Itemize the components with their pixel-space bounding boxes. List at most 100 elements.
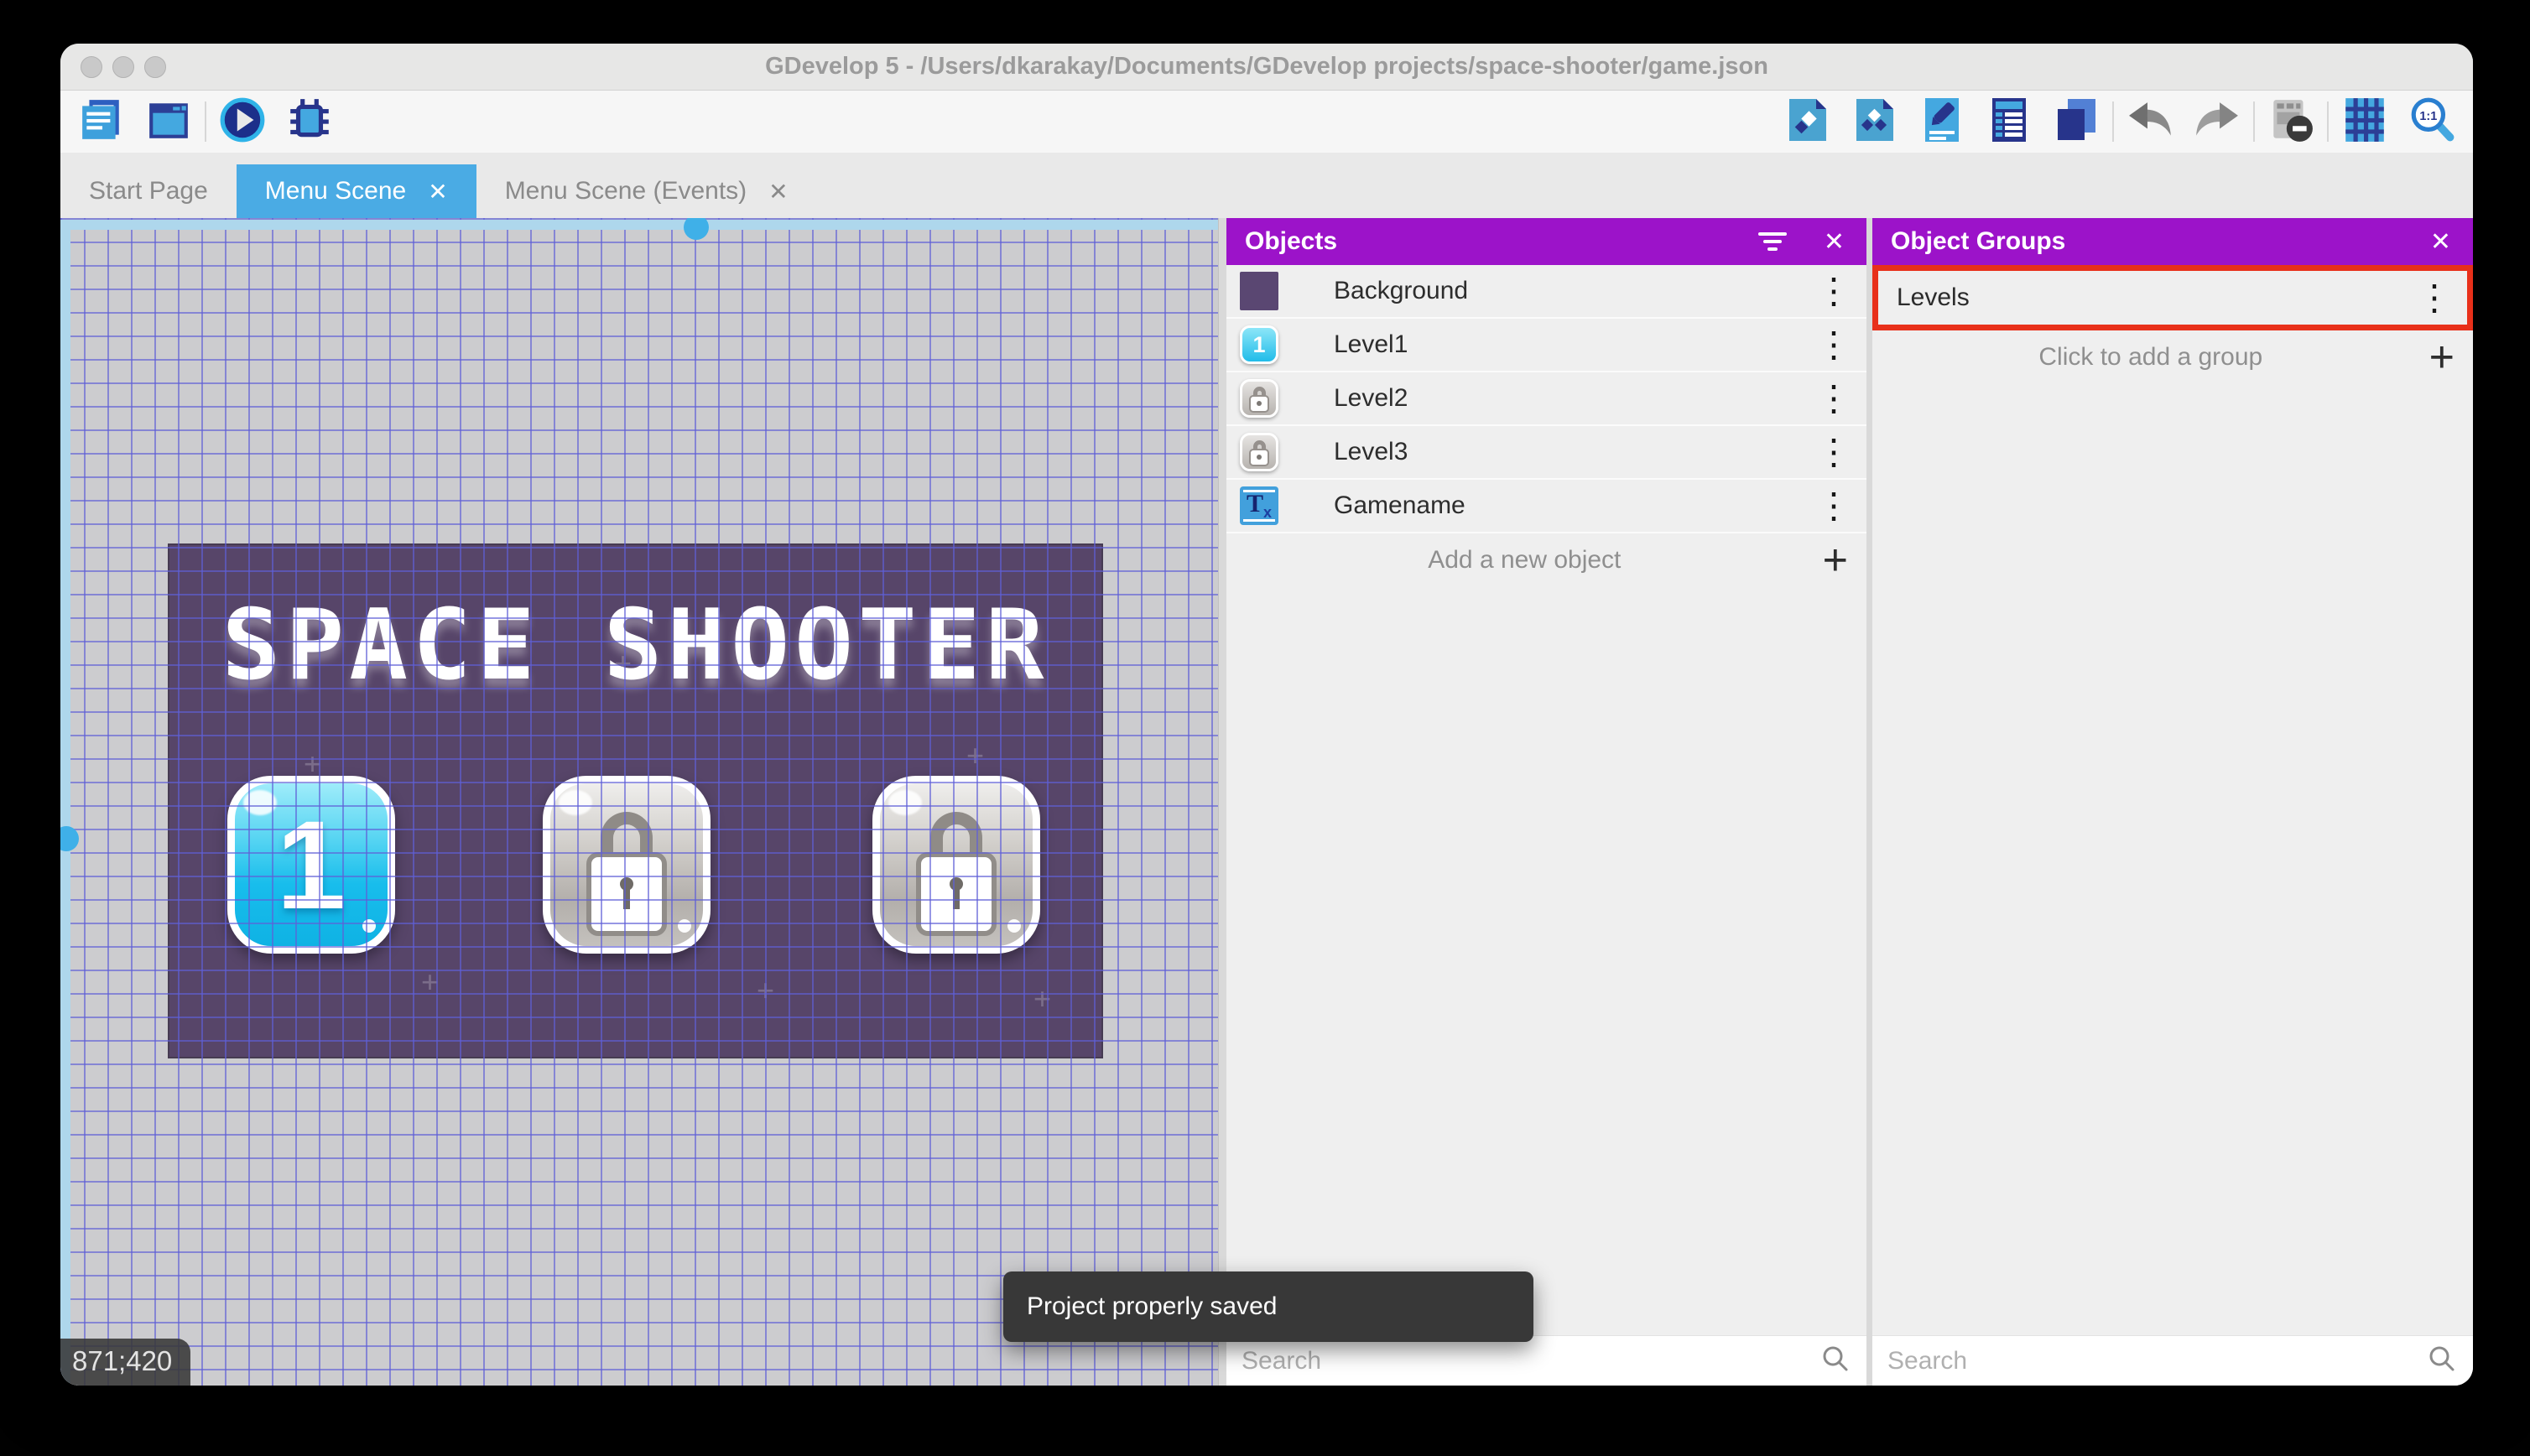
object-groups-panel: Object Groups ✕ Levels ⋮ Click to add a … xyxy=(1872,218,2473,1386)
canvas-vertical-scrollbar[interactable] xyxy=(60,220,70,1386)
tab-label: Start Page xyxy=(89,177,208,205)
tab-start-page[interactable]: Start Page xyxy=(60,164,237,218)
game-title-text[interactable]: SPACE SHOOTER xyxy=(169,589,1101,702)
object-row-level1[interactable]: 1 Level1 ⋮ xyxy=(1226,319,1866,372)
tab-menu-scene-events[interactable]: Menu Scene (Events) ✕ xyxy=(476,164,817,218)
toast-message: Project properly saved xyxy=(1027,1292,1278,1320)
debug-button[interactable] xyxy=(285,97,334,146)
object-name: Background xyxy=(1334,277,1469,304)
search-icon xyxy=(1821,1344,1850,1377)
level1-button-sprite[interactable]: 1 xyxy=(227,776,395,954)
instances-list-icon xyxy=(1990,96,2028,148)
object-row-level3[interactable]: Level3 ⋮ xyxy=(1226,426,1866,480)
object-name: Level3 xyxy=(1334,438,1408,465)
instances-list-button[interactable] xyxy=(1985,97,2033,146)
object-name: Gamename xyxy=(1334,491,1465,519)
object-name: Level1 xyxy=(1334,330,1408,358)
tab-close-icon[interactable]: ✕ xyxy=(768,178,788,205)
toggle-mask-button[interactable] xyxy=(2267,97,2315,146)
objects-panel-header: Objects ✕ xyxy=(1226,218,1866,265)
plus-icon[interactable]: + xyxy=(1823,538,1848,582)
objects-list: Background ⋮ 1 Level1 ⋮ Level2 ⋮ Level3 … xyxy=(1226,265,1866,1335)
object-name: Level2 xyxy=(1334,384,1408,412)
toolbar-separator xyxy=(2253,101,2255,142)
toolbar-separator xyxy=(2112,101,2114,142)
zoom-original-button[interactable]: 1:1 xyxy=(2408,97,2456,146)
vertical-scrollbar-thumb[interactable] xyxy=(60,826,79,851)
redo-button[interactable] xyxy=(2193,97,2241,146)
toolbar: 1:1 xyxy=(60,91,2473,153)
layers-button[interactable] xyxy=(2052,97,2101,146)
add-object-label: Add a new object xyxy=(1428,546,1622,574)
plus-icon[interactable]: + xyxy=(2429,335,2455,379)
panel-divider[interactable] xyxy=(1866,218,1872,1386)
groups-list: Levels ⋮ Click to add a group + xyxy=(1872,265,2473,1335)
kebab-menu-icon[interactable]: ⋮ xyxy=(1816,434,1851,470)
kebab-menu-icon[interactable]: ⋮ xyxy=(1816,381,1851,416)
level1-number: 1 xyxy=(276,793,346,935)
kebab-menu-icon[interactable]: ⋮ xyxy=(2417,280,2452,315)
object-row-background[interactable]: Background ⋮ xyxy=(1226,265,1866,319)
add-object-row[interactable]: Add a new object + xyxy=(1226,533,1866,587)
properties-button[interactable] xyxy=(1918,97,1966,146)
play-preview-button[interactable] xyxy=(218,97,267,146)
lock-thumbnail-icon xyxy=(1240,379,1278,418)
main-content: SPACE SHOOTER + + + + + + 1 871;420 Obje… xyxy=(60,218,2473,1386)
toolbar-separator xyxy=(2327,101,2329,142)
background-thumbnail-icon xyxy=(1240,272,1278,310)
traffic-light-minimize-button[interactable] xyxy=(112,56,134,78)
add-object-button[interactable] xyxy=(1783,97,1832,146)
scene-window-icon xyxy=(146,97,191,147)
objects-search-bar xyxy=(1226,1335,1866,1386)
panel-divider[interactable] xyxy=(1218,218,1226,1386)
properties-pencil-icon xyxy=(1923,96,1961,148)
cursor-coordinates-badge: 871;420 xyxy=(60,1339,191,1386)
undo-icon xyxy=(2126,100,2174,144)
groups-panel-title: Object Groups xyxy=(1891,227,2066,255)
group-row-levels[interactable]: Levels ⋮ xyxy=(1878,271,2467,325)
save-toast: Project properly saved xyxy=(1003,1271,1533,1342)
star-sparkle: + xyxy=(614,646,632,680)
tab-close-icon[interactable]: ✕ xyxy=(428,178,447,205)
close-icon[interactable]: ✕ xyxy=(2430,227,2451,257)
scene-window-button[interactable] xyxy=(144,97,193,146)
kebab-menu-icon[interactable]: ⋮ xyxy=(1816,488,1851,523)
tab-menu-scene[interactable]: Menu Scene ✕ xyxy=(236,164,476,218)
scene-editor-canvas[interactable]: SPACE SHOOTER + + + + + + 1 871;420 xyxy=(60,218,1218,1386)
levels-group-highlight-box: Levels ⋮ xyxy=(1872,265,2473,330)
canvas-horizontal-scrollbar[interactable] xyxy=(60,220,1218,230)
close-icon[interactable]: ✕ xyxy=(1824,227,1845,257)
toggle-grid-button[interactable] xyxy=(2340,97,2389,146)
add-group-label: Click to add a group xyxy=(2038,343,2263,371)
undo-button[interactable] xyxy=(2126,97,2174,146)
grid-icon xyxy=(2344,96,2386,148)
add-group-row[interactable]: Click to add a group + xyxy=(1872,330,2473,384)
object-row-level2[interactable]: Level2 ⋮ xyxy=(1226,372,1866,426)
traffic-light-close-button[interactable] xyxy=(81,56,102,78)
level3-locked-button-sprite[interactable] xyxy=(872,776,1040,954)
traffic-light-zoom-button[interactable] xyxy=(144,56,166,78)
objects-panel: Objects ✕ Background ⋮ 1 Level1 ⋮ Level2… xyxy=(1226,218,1866,1386)
project-manager-button[interactable] xyxy=(77,97,126,146)
instances-button[interactable] xyxy=(1851,97,1899,146)
lock-icon xyxy=(916,812,997,936)
toolbar-separator xyxy=(205,101,206,142)
level2-locked-button-sprite[interactable] xyxy=(543,776,711,954)
horizontal-scrollbar-thumb[interactable] xyxy=(684,218,709,240)
tab-label: Menu Scene xyxy=(264,177,407,205)
filter-icon[interactable] xyxy=(1757,232,1787,251)
film-mask-icon xyxy=(2267,96,2315,148)
game-scene-background[interactable]: SPACE SHOOTER + + + + + + 1 xyxy=(168,543,1103,1058)
lock-thumbnail-icon xyxy=(1240,433,1278,471)
search-icon xyxy=(2428,1344,2456,1377)
object-row-gamename[interactable]: Tx Gamename ⋮ xyxy=(1226,480,1866,533)
debug-bug-icon xyxy=(285,96,334,148)
groups-search-input[interactable] xyxy=(1872,1345,2428,1376)
text-object-thumbnail-icon: Tx xyxy=(1240,486,1278,525)
zoom-1-1-icon: 1:1 xyxy=(2408,96,2456,148)
objects-search-input[interactable] xyxy=(1226,1345,1821,1376)
kebab-menu-icon[interactable]: ⋮ xyxy=(1816,327,1851,362)
kebab-menu-icon[interactable]: ⋮ xyxy=(1816,273,1851,309)
star-sparkle: + xyxy=(966,738,985,772)
screen: GDevelop 5 - /Users/dkarakay/Documents/G… xyxy=(0,0,2530,1456)
